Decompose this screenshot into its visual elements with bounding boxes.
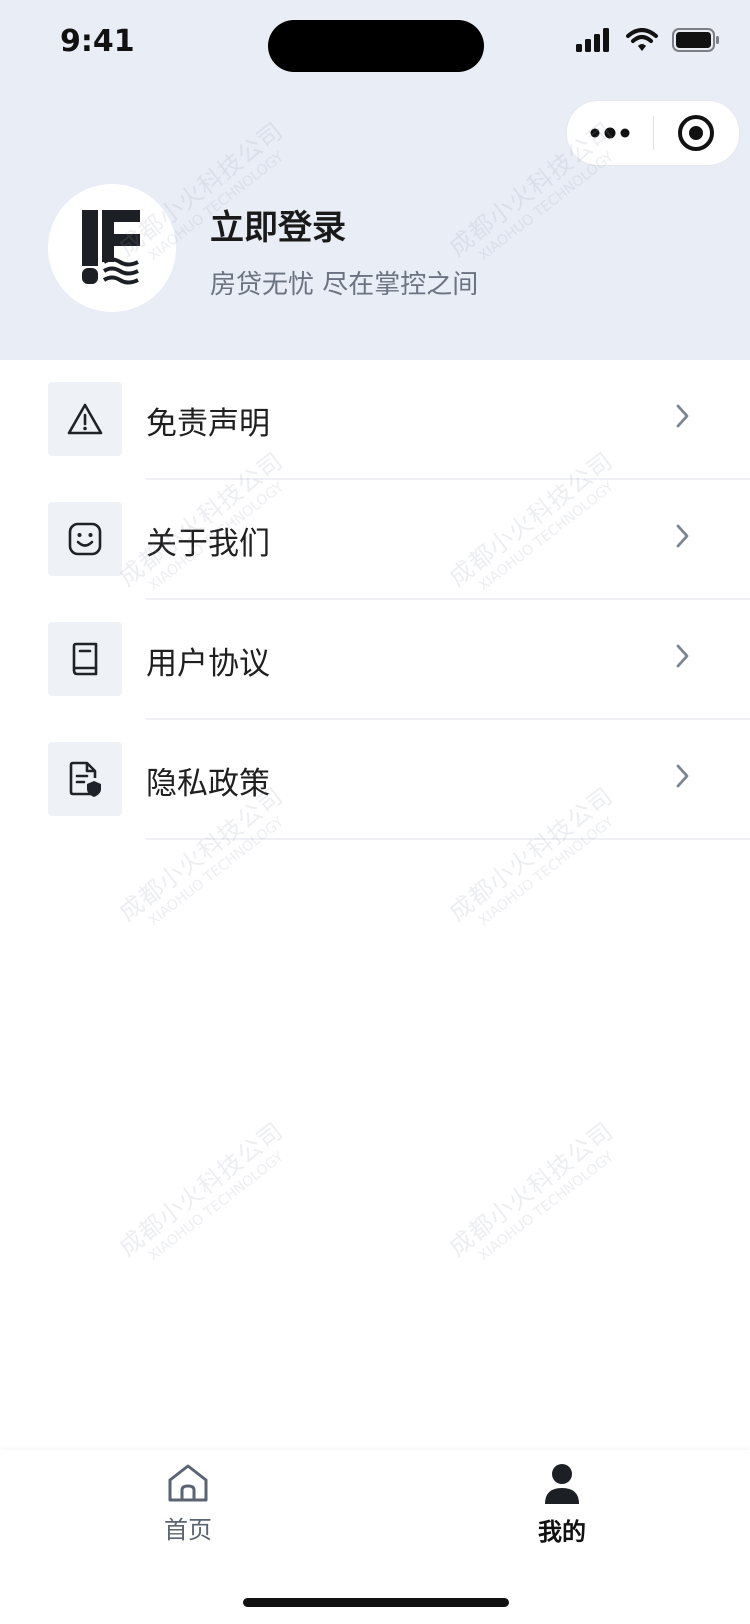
home-icon xyxy=(168,1464,208,1502)
chevron-right-icon xyxy=(676,404,689,428)
watermark-cn: 成都小火科技公司 xyxy=(113,1116,289,1262)
wifi-icon xyxy=(626,28,658,51)
chevron-right-icon xyxy=(676,644,689,668)
more-button[interactable] xyxy=(567,101,653,165)
menu-item-label: 免责声明 xyxy=(146,406,270,442)
tab-mine[interactable]: 我的 xyxy=(502,1462,622,1562)
menu-item-label: 用户协议 xyxy=(146,646,270,682)
target-circle-icon xyxy=(678,115,715,151)
menu-icon-box xyxy=(48,742,122,816)
menu-item-user-agreement[interactable]: 用户协议 xyxy=(0,600,750,720)
profile-subtitle: 房贷无忧 尽在掌控之间 xyxy=(210,270,479,300)
home-indicator xyxy=(243,1598,509,1607)
status-icons xyxy=(576,28,720,52)
watermark-en: XIAOHUO TECHNOLOGY xyxy=(475,1148,617,1265)
menu-icon-box xyxy=(48,622,122,696)
menu-item-disclaimer[interactable]: 免责声明 xyxy=(0,360,750,480)
status-time: 9:41 xyxy=(60,24,135,59)
watermark: 成都小火科技公司XIAOHUO TECHNOLOGY xyxy=(440,1112,629,1275)
smile-icon xyxy=(68,522,102,556)
menu-item-privacy-policy[interactable]: 隐私政策 xyxy=(0,720,750,840)
more-dots-icon xyxy=(590,127,630,139)
watermark: 成都小火科技公司XIAOHUO TECHNOLOGY xyxy=(110,1112,299,1275)
close-miniprogram-button[interactable] xyxy=(654,101,740,165)
divider xyxy=(146,838,750,840)
watermark-cn: 成都小火科技公司 xyxy=(443,1116,619,1262)
dynamic-island xyxy=(268,20,484,72)
book-icon xyxy=(72,642,98,676)
battery-icon xyxy=(672,28,719,52)
menu-icon-box xyxy=(48,382,122,456)
settings-menu: 免责声明 关于我们 用户协议 隐私政策 xyxy=(0,360,750,840)
app-logo-icon xyxy=(82,210,140,285)
tab-label: 首页 xyxy=(164,1516,212,1544)
tab-label: 我的 xyxy=(538,1518,586,1546)
menu-icon-box xyxy=(48,502,122,576)
warning-icon xyxy=(67,403,103,435)
chevron-right-icon xyxy=(676,524,689,548)
cellular-signal-icon xyxy=(576,28,609,52)
menu-item-label: 关于我们 xyxy=(146,526,270,562)
avatar[interactable] xyxy=(48,184,176,312)
watermark-en: XIAOHUO TECHNOLOGY xyxy=(145,1148,287,1265)
document-shield-icon xyxy=(69,761,101,797)
tab-home[interactable]: 首页 xyxy=(128,1462,248,1562)
login-button[interactable]: 立即登录 xyxy=(210,200,346,249)
menu-item-label: 隐私政策 xyxy=(146,766,270,802)
miniprogram-capsule xyxy=(566,100,740,166)
person-icon xyxy=(545,1464,579,1504)
menu-item-about-us[interactable]: 关于我们 xyxy=(0,480,750,600)
chevron-right-icon xyxy=(676,764,689,788)
